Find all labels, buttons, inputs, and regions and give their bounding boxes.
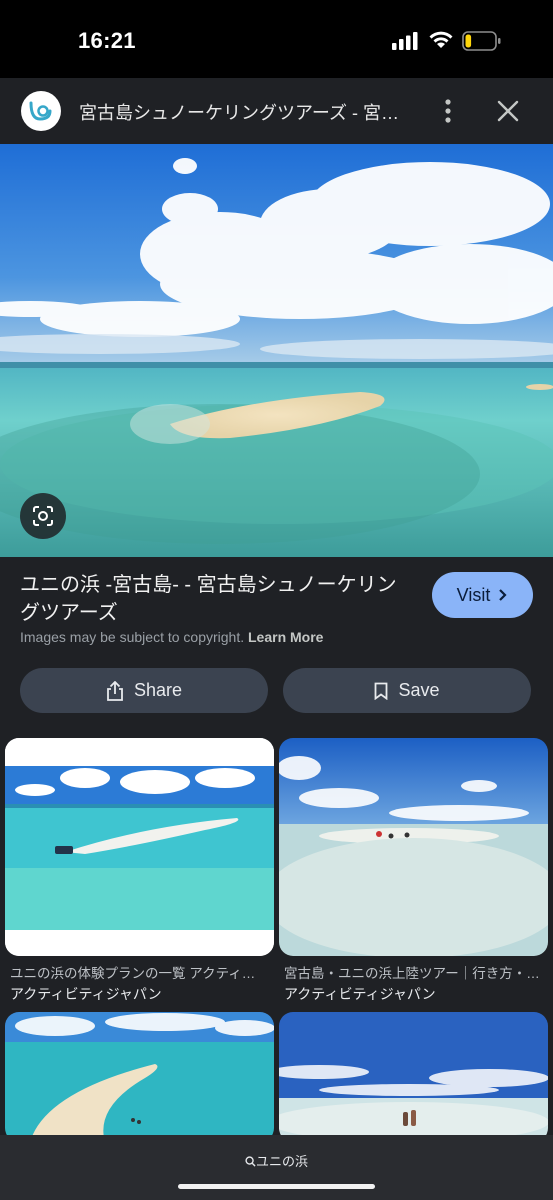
related-card-image xyxy=(279,1012,548,1135)
lens-search-button[interactable] xyxy=(20,493,66,539)
bookmark-icon xyxy=(375,682,388,700)
main-result-image[interactable] xyxy=(0,144,553,557)
related-card-source: アクティビティジャパン xyxy=(10,986,162,1002)
related-card-caption: ユニの浜の体験プランの一覧 アクティビティジャパン xyxy=(10,966,268,981)
search-query[interactable]: ユニの浜 xyxy=(0,1151,553,1170)
close-icon[interactable] xyxy=(496,99,520,123)
related-images-grid: ユニの浜の体験プランの一覧 アクティビティジャパン アクティビティジャパン xyxy=(0,735,553,1135)
related-card-source: アクティビティジャパン xyxy=(284,986,436,1002)
result-info-panel: ユニの浜 -宮古島- - 宮古島シュノーケリングツアーズ Visit Image… xyxy=(0,557,553,735)
home-indicator[interactable] xyxy=(178,1184,375,1189)
learn-more-link[interactable]: Learn More xyxy=(248,629,323,645)
cellular-signal-icon xyxy=(392,32,418,50)
visit-label: Visit xyxy=(456,584,491,605)
related-card-image xyxy=(5,738,274,956)
related-card[interactable]: 宮古島・ユニの浜上陸ツアー｜行き方・料金 アクティビティジャパン xyxy=(279,738,548,1008)
related-card-caption: 宮古島・ユニの浜上陸ツアー｜行き方・料金 xyxy=(284,966,542,981)
result-title[interactable]: ユニの浜 -宮古島- - 宮古島シュノーケリングツアーズ xyxy=(20,571,415,627)
visit-button[interactable]: Visit xyxy=(432,572,533,618)
copyright-notice: Images may be subject to copyright. Lear… xyxy=(20,629,323,645)
status-bar: 16:21 xyxy=(0,0,553,78)
share-label: Share xyxy=(133,680,183,700)
share-icon xyxy=(107,680,123,701)
search-query-text: ユニの浜 xyxy=(255,1154,308,1169)
lens-logo-icon xyxy=(21,91,61,131)
bottom-search-bar[interactable]: ユニの浜 xyxy=(0,1135,553,1200)
page-title[interactable]: 宮古島シュノーケリングツアーズ - 宮古島シュノーケリングツアーズ xyxy=(79,99,414,125)
save-label: Save xyxy=(398,680,440,700)
lens-camera-icon xyxy=(33,506,53,526)
copyright-text: Images may be subject to copyright. xyxy=(20,629,245,645)
related-card-image xyxy=(279,738,548,956)
share-button[interactable]: Share xyxy=(20,668,268,713)
chevron-right-icon xyxy=(499,589,507,601)
battery-icon xyxy=(462,31,501,51)
status-time: 16:21 xyxy=(78,28,136,53)
page-header: 宮古島シュノーケリングツアーズ - 宮古島シュノーケリングツアーズ xyxy=(0,78,553,144)
related-card[interactable] xyxy=(5,1012,274,1135)
more-vert-icon[interactable] xyxy=(438,98,458,124)
save-button[interactable]: Save xyxy=(283,668,531,713)
search-icon xyxy=(245,1156,256,1167)
related-card[interactable]: ユニの浜の体験プランの一覧 アクティビティジャパン アクティビティジャパン xyxy=(5,738,274,1008)
related-card-image xyxy=(5,1012,274,1135)
wifi-icon xyxy=(429,31,453,48)
related-card[interactable] xyxy=(279,1012,548,1135)
beach-photo xyxy=(0,144,553,557)
